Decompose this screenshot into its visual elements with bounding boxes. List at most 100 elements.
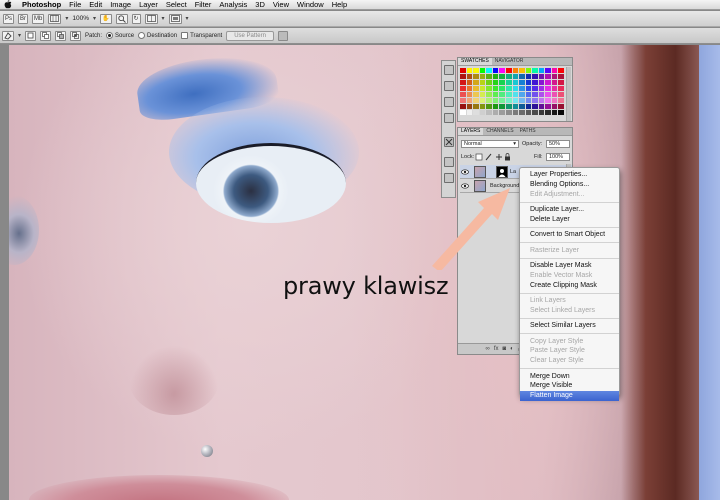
color-swatch[interactable] [525, 74, 532, 79]
menu-window[interactable]: Window [293, 0, 328, 10]
color-swatch[interactable] [473, 74, 479, 79]
color-swatch[interactable] [486, 68, 492, 73]
minibridge-icon[interactable]: Mb [32, 13, 45, 24]
menu-select[interactable]: Select [162, 0, 191, 10]
color-swatch[interactable] [473, 92, 479, 97]
color-swatch[interactable] [512, 104, 519, 109]
color-swatch[interactable] [551, 110, 558, 115]
menu-item-duplicate-layer[interactable]: Duplicate Layer... [520, 205, 619, 215]
color-swatch[interactable] [525, 104, 532, 109]
color-swatch[interactable] [519, 74, 525, 79]
menu-3d[interactable]: 3D [251, 0, 269, 10]
zoom-tool-icon[interactable] [115, 13, 128, 24]
layer-mask-thumbnail[interactable] [496, 166, 508, 178]
color-swatch[interactable] [473, 110, 479, 115]
color-swatch[interactable] [532, 104, 538, 109]
color-swatch[interactable] [492, 74, 499, 79]
color-swatch[interactable] [499, 98, 505, 103]
menu-edit[interactable]: Edit [85, 0, 106, 10]
color-swatch[interactable] [466, 74, 473, 79]
color-swatch[interactable] [512, 80, 519, 85]
color-swatch[interactable] [512, 86, 519, 91]
actions-icon[interactable] [444, 97, 454, 107]
color-swatch[interactable] [525, 92, 532, 97]
color-swatch[interactable] [538, 86, 545, 91]
color-swatch[interactable] [525, 68, 532, 73]
color-swatch[interactable] [479, 86, 486, 91]
menu-item-flatten-image[interactable]: Flatten Image [520, 391, 619, 401]
color-swatch[interactable] [473, 104, 479, 109]
color-swatch[interactable] [499, 80, 505, 85]
color-swatch[interactable] [551, 86, 558, 91]
color-swatch[interactable] [558, 74, 564, 79]
color-swatch[interactable] [479, 68, 486, 73]
color-swatch[interactable] [519, 98, 525, 103]
move-tool-icon[interactable] [444, 65, 454, 75]
color-swatch[interactable] [505, 92, 512, 97]
color-swatch[interactable] [551, 104, 558, 109]
menu-item-create-clipping-mask[interactable]: Create Clipping Mask [520, 281, 619, 291]
zoom-level[interactable]: 100% [72, 15, 89, 22]
menu-item-convert-to-smart-object[interactable]: Convert to Smart Object [520, 230, 619, 240]
pattern-swatch-icon[interactable] [277, 30, 288, 41]
color-swatch[interactable] [479, 104, 486, 109]
color-swatch[interactable] [486, 98, 492, 103]
color-swatch[interactable] [519, 110, 525, 115]
color-swatch[interactable] [460, 86, 466, 91]
color-swatch[interactable] [473, 86, 479, 91]
color-swatch[interactable] [499, 110, 505, 115]
color-swatch[interactable] [525, 86, 532, 91]
color-swatch[interactable] [545, 68, 551, 73]
color-swatch[interactable] [460, 104, 466, 109]
swatches-scrollbar[interactable] [566, 67, 571, 121]
color-swatch[interactable] [545, 98, 551, 103]
photoshop-logo-icon[interactable]: Ps [3, 13, 15, 24]
intersect-selection-icon[interactable] [70, 30, 82, 41]
color-swatch[interactable] [558, 80, 564, 85]
color-swatch[interactable] [545, 86, 551, 91]
chevron-down-icon[interactable]: ▾ [162, 15, 165, 22]
color-swatch[interactable] [479, 80, 486, 85]
menu-item-merge-down[interactable]: Merge Down [520, 372, 619, 382]
color-swatch[interactable] [505, 68, 512, 73]
color-swatch[interactable] [551, 68, 558, 73]
color-swatch[interactable] [538, 110, 545, 115]
color-swatch[interactable] [505, 86, 512, 91]
color-swatch[interactable] [486, 110, 492, 115]
layer-style-icon[interactable]: fx [494, 346, 499, 352]
color-swatch[interactable] [532, 80, 538, 85]
color-swatch[interactable] [519, 80, 525, 85]
color-swatch[interactable] [545, 92, 551, 97]
link-layers-icon[interactable]: ∞ [486, 346, 490, 352]
color-swatch[interactable] [551, 98, 558, 103]
history-icon[interactable] [444, 81, 454, 91]
color-swatch[interactable] [486, 74, 492, 79]
color-swatch[interactable] [551, 74, 558, 79]
transparent-checkbox[interactable]: Transparent [181, 31, 222, 39]
tab-swatches[interactable]: SWATCHES [458, 58, 492, 65]
color-swatch[interactable] [479, 74, 486, 79]
color-swatch[interactable] [525, 80, 532, 85]
color-swatch[interactable] [532, 92, 538, 97]
color-swatch[interactable] [512, 92, 519, 97]
chevron-down-icon[interactable]: ▾ [93, 15, 96, 22]
arrange-documents-icon[interactable] [144, 13, 158, 24]
new-selection-icon[interactable] [25, 30, 37, 41]
lock-icons[interactable] [475, 153, 511, 163]
color-swatch[interactable] [466, 86, 473, 91]
color-swatch[interactable] [558, 68, 564, 73]
menu-item-select-similar-layers[interactable]: Select Similar Layers [520, 321, 619, 331]
paragraph-icon[interactable] [444, 157, 454, 167]
destination-radio[interactable]: Destination [138, 31, 177, 39]
color-swatch[interactable] [492, 68, 499, 73]
color-swatch[interactable] [545, 104, 551, 109]
add-selection-icon[interactable] [40, 30, 52, 41]
color-swatch[interactable] [466, 80, 473, 85]
color-swatch[interactable] [532, 68, 538, 73]
chevron-down-icon[interactable]: ▾ [65, 15, 68, 22]
color-swatch[interactable] [505, 98, 512, 103]
use-pattern-button[interactable]: Use Pattern [226, 30, 274, 41]
color-swatch[interactable] [532, 98, 538, 103]
color-swatch[interactable] [551, 92, 558, 97]
color-swatch[interactable] [558, 110, 564, 115]
